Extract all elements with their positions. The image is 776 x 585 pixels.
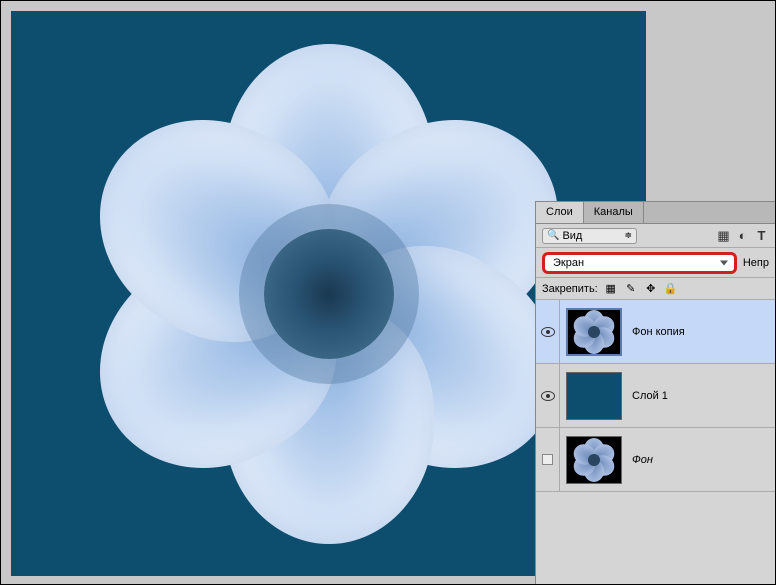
layers-panel: Слои Каналы 🔍 Вид ≑ ▦ ◐ T Экран Непр Зак… [535,201,775,585]
layer-thumbnail[interactable] [566,308,622,356]
tab-channels[interactable]: Каналы [584,202,644,223]
filter-label: Вид [562,230,582,242]
lock-pixels-icon[interactable]: ✎ [624,282,638,296]
panel-toolbar: 🔍 Вид ≑ ▦ ◐ T [536,224,775,248]
layer-visibility-toggle[interactable] [536,300,560,363]
layer-row[interactable]: Слой 1 [536,364,775,428]
layer-filter[interactable]: 🔍 Вид ≑ [542,228,637,244]
tab-layers[interactable]: Слои [536,202,584,223]
layer-name[interactable]: Слой 1 [628,390,775,402]
opacity-label: Непр [743,257,769,269]
layer-name[interactable]: Фон копия [628,326,775,338]
blend-mode-select[interactable]: Экран [542,252,737,274]
eye-icon [541,391,555,401]
visibility-checkbox-icon [542,454,553,465]
layer-visibility-toggle[interactable] [536,428,560,491]
filter-image-icon[interactable]: ▦ [716,228,731,243]
chevron-icon: ≑ [624,230,632,241]
layer-visibility-toggle[interactable] [536,364,560,427]
blend-mode-row: Экран Непр [536,248,775,278]
layers-list: Фон копия Слой 1 Фон [536,300,775,492]
lock-position-icon[interactable]: ✥ [644,282,658,296]
layer-thumbnail[interactable] [566,372,622,420]
filter-adjust-icon[interactable]: ◐ [735,228,750,243]
app-window: Слои Каналы 🔍 Вид ≑ ▦ ◐ T Экран Непр Зак… [0,0,776,585]
filter-type-icon[interactable]: T [754,228,769,243]
lock-label: Закрепить: [542,283,598,295]
panel-tabs: Слои Каналы [536,202,775,224]
eye-icon [541,327,555,337]
layer-row[interactable]: Фон [536,428,775,492]
layer-thumbnail[interactable] [566,436,622,484]
lock-row: Закрепить: ▦ ✎ ✥ 🔒 [536,278,775,300]
search-icon: 🔍 [547,230,559,241]
right-sidebar-bg [651,1,775,201]
lock-transparency-icon[interactable]: ▦ [604,282,618,296]
flower-image [79,44,579,544]
lock-all-icon[interactable]: 🔒 [664,282,678,296]
blend-mode-value: Экран [553,257,584,269]
layer-name[interactable]: Фон [628,454,775,466]
layer-row[interactable]: Фон копия [536,300,775,364]
